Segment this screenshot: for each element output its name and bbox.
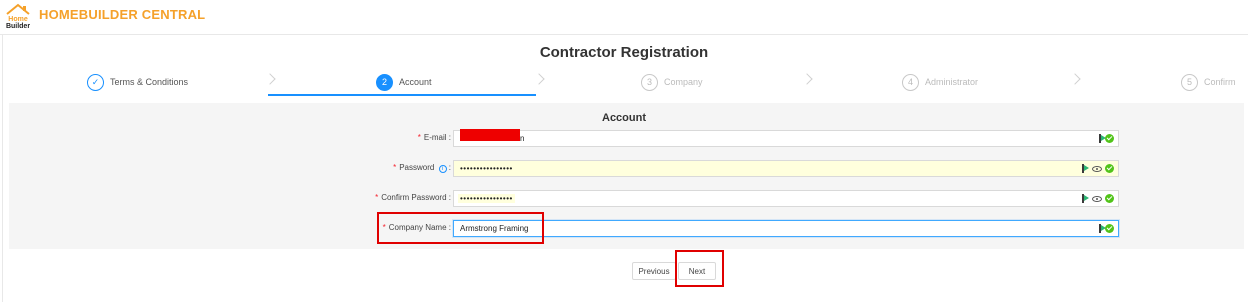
- header-divider: [0, 34, 1248, 35]
- svg-text:Home: Home: [8, 16, 28, 23]
- email-row: * E-mail : n: [0, 129, 1248, 148]
- email-value: n: [520, 134, 525, 143]
- annotation-box-next: [675, 250, 724, 287]
- form-title: Account: [602, 112, 646, 124]
- password-value: ••••••••••••••••: [460, 164, 513, 173]
- annotation-box-company: [377, 212, 544, 244]
- password-manager-icon[interactable]: [1082, 164, 1089, 173]
- homebuilder-logo[interactable]: Home Builder: [4, 2, 32, 30]
- active-step-underline: [268, 94, 536, 96]
- eye-icon[interactable]: [1092, 165, 1102, 172]
- chevron-right-icon: [801, 73, 813, 85]
- password-row: * Password i : ••••••••••••••••: [0, 160, 1248, 178]
- chevron-right-icon: [533, 73, 545, 85]
- step-terms[interactable]: ✓ Terms & Conditions: [87, 70, 188, 94]
- password-label: * Password i :: [393, 163, 451, 173]
- step-label: Account: [399, 77, 432, 87]
- company-name-row: * Company Name : Armstrong Framing: [0, 220, 1248, 238]
- step-label: Administrator: [925, 77, 979, 87]
- step-administrator[interactable]: 4 Administrator: [902, 70, 978, 94]
- confirm-password-row: * Confirm Password : ••••••••••••••••: [0, 190, 1248, 208]
- valid-check-icon: [1105, 194, 1114, 203]
- step-confirm[interactable]: 5 Confirm: [1181, 70, 1236, 94]
- password-field[interactable]: ••••••••••••••••: [453, 160, 1119, 177]
- step-label: Confirm: [1204, 77, 1236, 87]
- step-number: 4: [902, 73, 919, 91]
- confirm-password-value: ••••••••••••••••: [458, 194, 515, 203]
- confirm-password-label: * Confirm Password :: [375, 193, 451, 202]
- valid-check-icon: [1105, 224, 1114, 233]
- step-number: 2: [376, 73, 393, 91]
- password-manager-icon[interactable]: [1082, 194, 1089, 203]
- previous-button[interactable]: Previous: [632, 262, 676, 280]
- step-label: Company: [664, 77, 703, 87]
- chevron-right-icon: [1069, 73, 1081, 85]
- step-account[interactable]: 2 Account: [376, 70, 432, 94]
- svg-text:Builder: Builder: [6, 23, 30, 30]
- confirm-password-field[interactable]: ••••••••••••••••: [453, 190, 1119, 207]
- brand-name: HOMEBUILDER CENTRAL: [39, 7, 206, 22]
- company-name-field[interactable]: Armstrong Framing: [453, 220, 1119, 237]
- eye-icon[interactable]: [1092, 195, 1102, 202]
- registration-steps: ✓ Terms & Conditions 2 Account 3 Company…: [0, 70, 1248, 96]
- top-bar: Home Builder HOMEBUILDER CENTRAL: [0, 0, 1248, 34]
- info-icon[interactable]: i: [438, 165, 447, 173]
- valid-check-icon: [1105, 164, 1114, 173]
- step-number: 5: [1181, 73, 1198, 91]
- step-label: Terms & Conditions: [110, 77, 189, 87]
- step-company[interactable]: 3 Company: [641, 70, 703, 94]
- page-title: Contractor Registration: [539, 44, 709, 61]
- chevron-right-icon: [264, 73, 276, 85]
- email-field[interactable]: n: [453, 129, 1119, 147]
- redaction-block: [460, 129, 520, 141]
- valid-check-icon: [1105, 134, 1114, 143]
- email-label: * E-mail :: [417, 133, 451, 142]
- check-icon: ✓: [87, 73, 104, 91]
- step-number: 3: [641, 73, 658, 91]
